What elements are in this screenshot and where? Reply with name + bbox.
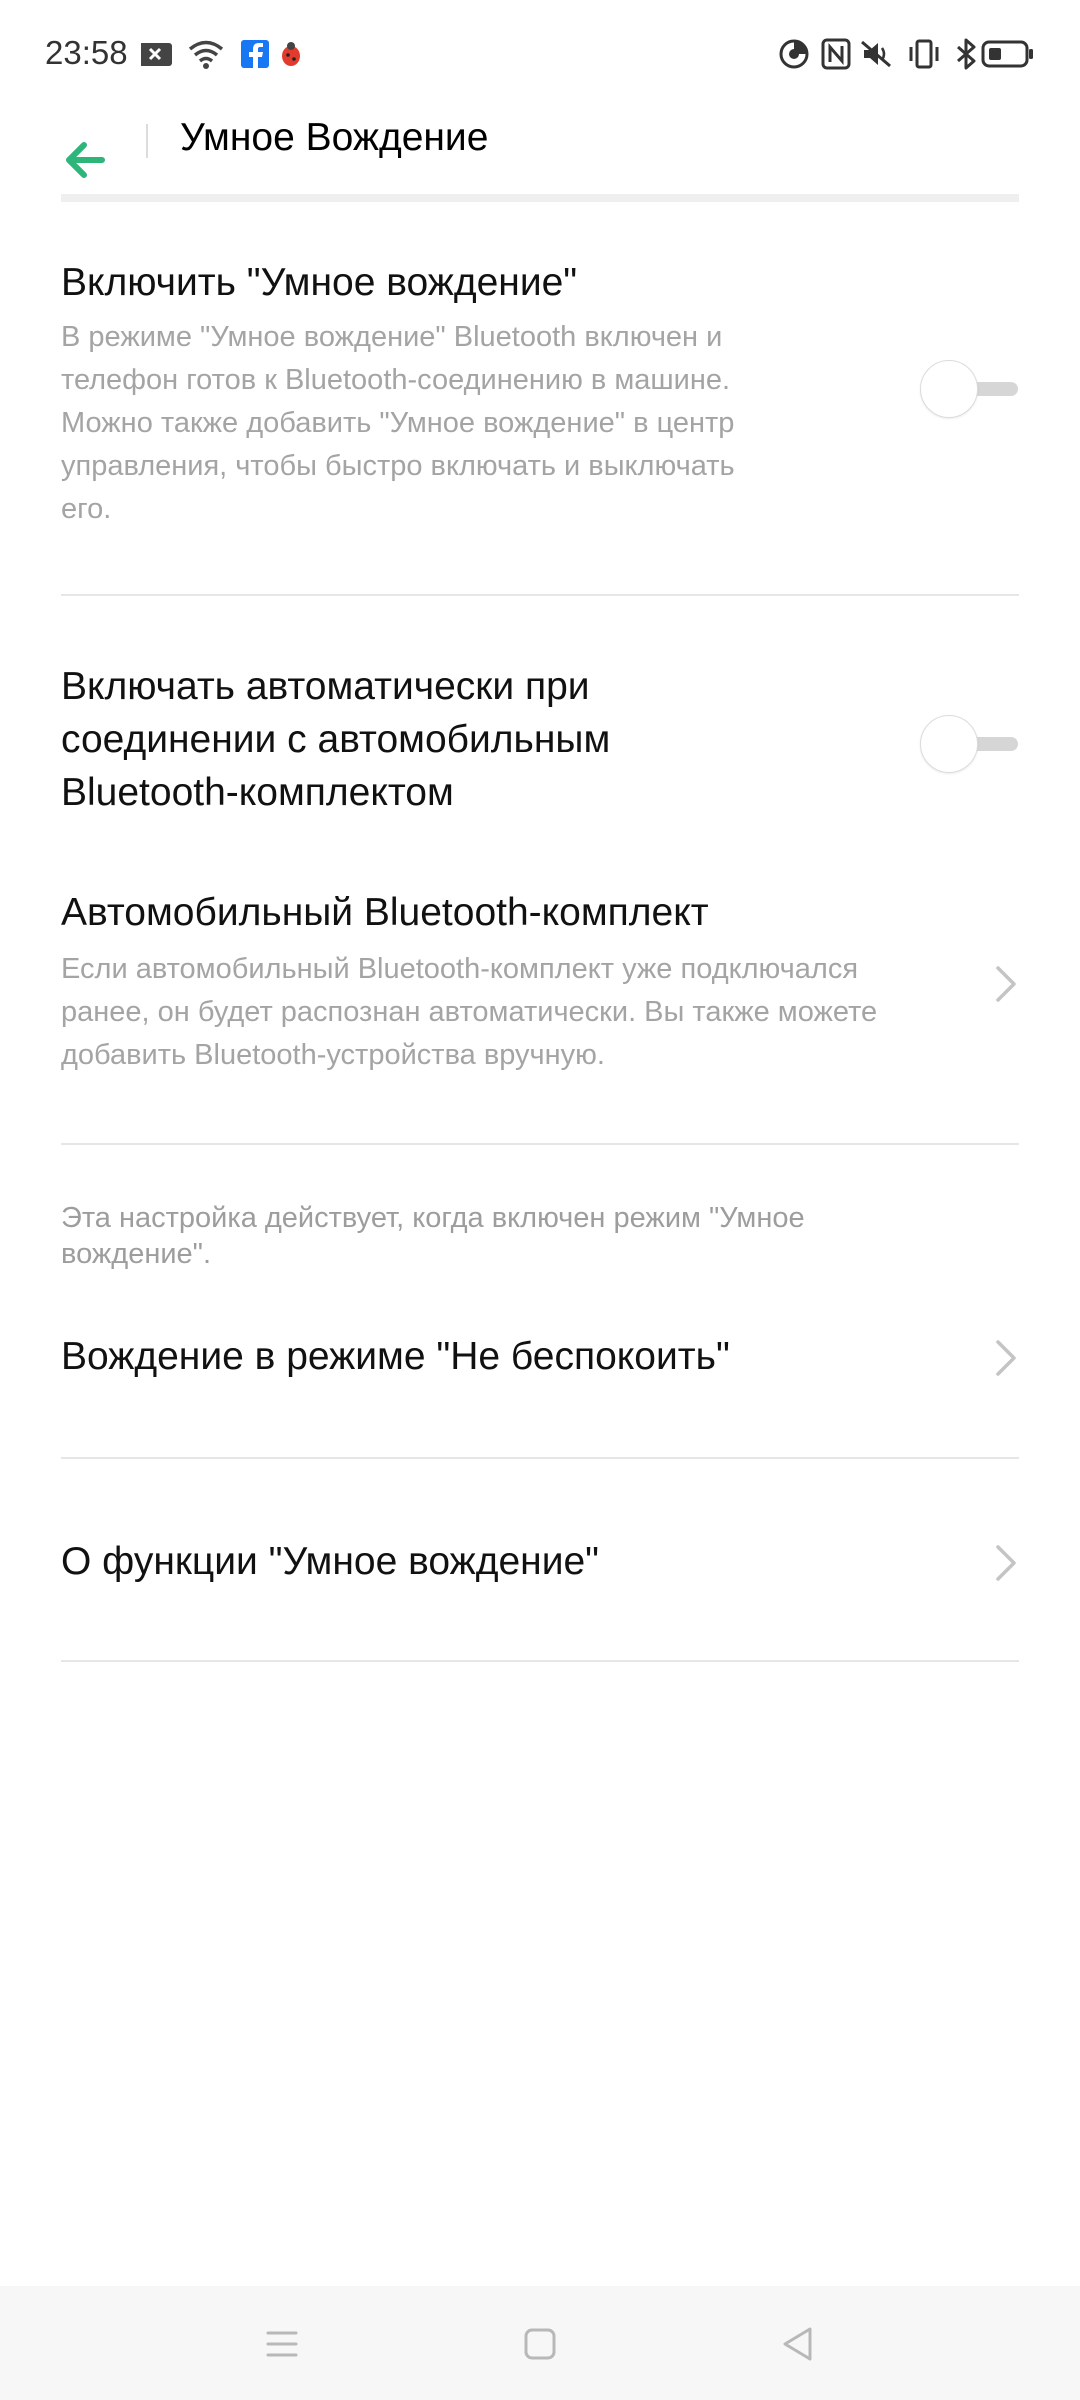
car-kit-title: Автомобильный Bluetooth-комплект — [61, 891, 709, 934]
back-button[interactable] — [58, 130, 118, 190]
home-icon — [524, 2328, 556, 2360]
notification-x-icon — [141, 43, 172, 66]
desc-line: ранее, он будет распознан автоматически.… — [61, 996, 878, 1028]
section-divider — [61, 1457, 1019, 1459]
about-row[interactable]: О функции "Умное вождение" — [0, 1515, 1080, 1615]
auto-enable-row[interactable]: Включать автоматически при соединении с … — [0, 660, 1080, 830]
smart-driving-description: В режиме "Умное вождение" Bluetooth вклю… — [61, 316, 735, 531]
nav-back-button[interactable] — [768, 2314, 828, 2374]
section-divider — [61, 594, 1019, 596]
back-triangle-icon — [783, 2327, 812, 2361]
data-saver-icon — [779, 39, 809, 69]
car-kit-description: Если автомобильный Bluetooth-комплект уж… — [61, 948, 877, 1077]
desc-line: его. — [61, 493, 112, 525]
header-divider — [146, 124, 148, 158]
bug-icon — [282, 42, 300, 66]
bluetooth-icon — [957, 38, 976, 70]
mute-icon — [861, 40, 891, 68]
menu-button[interactable] — [252, 2314, 312, 2374]
section-divider — [61, 1660, 1019, 1662]
nfc-icon — [821, 38, 851, 70]
desc-line: В режиме "Умное вождение" Bluetooth вклю… — [61, 321, 723, 353]
menu-icon — [266, 2331, 298, 2357]
status-bar: 23:58 — [0, 0, 1080, 110]
settings-note: Эта настройка действует, когда включен р… — [61, 1202, 805, 1270]
status-time: 23:58 — [45, 34, 128, 71]
home-button[interactable] — [510, 2314, 570, 2374]
desc-line: добавить Bluetooth-устройства вручную. — [61, 1039, 605, 1071]
car-kit-row[interactable]: Автомобильный Bluetooth-комплект Если ав… — [0, 886, 1080, 1086]
toggle-knob — [920, 360, 978, 418]
back-arrow-icon — [66, 142, 105, 178]
title-line: соединении с автомобильным — [61, 718, 611, 761]
facebook-icon — [241, 40, 269, 68]
chevron-right-icon — [996, 966, 1016, 1002]
chevron-right-icon — [996, 1340, 1016, 1376]
header-divider-band — [61, 194, 1019, 202]
chevron-right-icon — [996, 1545, 1016, 1581]
title-line: Bluetooth-комплектом — [61, 771, 454, 814]
desc-line: Можно также добавить "Умное вождение" в … — [61, 407, 735, 439]
desc-line: управления, чтобы быстро включать и выкл… — [61, 450, 735, 482]
about-title: О функции "Умное вождение" — [61, 1540, 600, 1583]
page-title: Умное Вождение — [180, 116, 489, 159]
wifi-icon — [188, 40, 224, 69]
toggle-knob — [920, 715, 978, 773]
desc-line: Если автомобильный Bluetooth-комплект уж… — [61, 953, 859, 985]
section-divider — [61, 1143, 1019, 1145]
battery-icon — [981, 40, 1033, 68]
desc-line: телефон готов к Bluetooth-соединению в м… — [61, 364, 731, 396]
smart-driving-title: Включить "Умное вождение" — [61, 261, 578, 304]
auto-enable-title: Включать автоматически при соединении с … — [61, 660, 610, 819]
title-line: Включать автоматически при — [61, 665, 590, 708]
smart-driving-row[interactable]: Включить "Умное вождение" В режиме "Умно… — [0, 250, 1080, 590]
dnd-driving-title: Вождение в режиме "Не беспокоить" — [61, 1335, 730, 1378]
vibrate-icon — [909, 39, 939, 69]
navigation-bar — [0, 2286, 1080, 2400]
smart-driving-toggle[interactable] — [918, 358, 1020, 420]
dnd-driving-row[interactable]: Вождение в режиме "Не беспокоить" — [0, 1310, 1080, 1410]
auto-enable-toggle[interactable] — [918, 713, 1020, 775]
